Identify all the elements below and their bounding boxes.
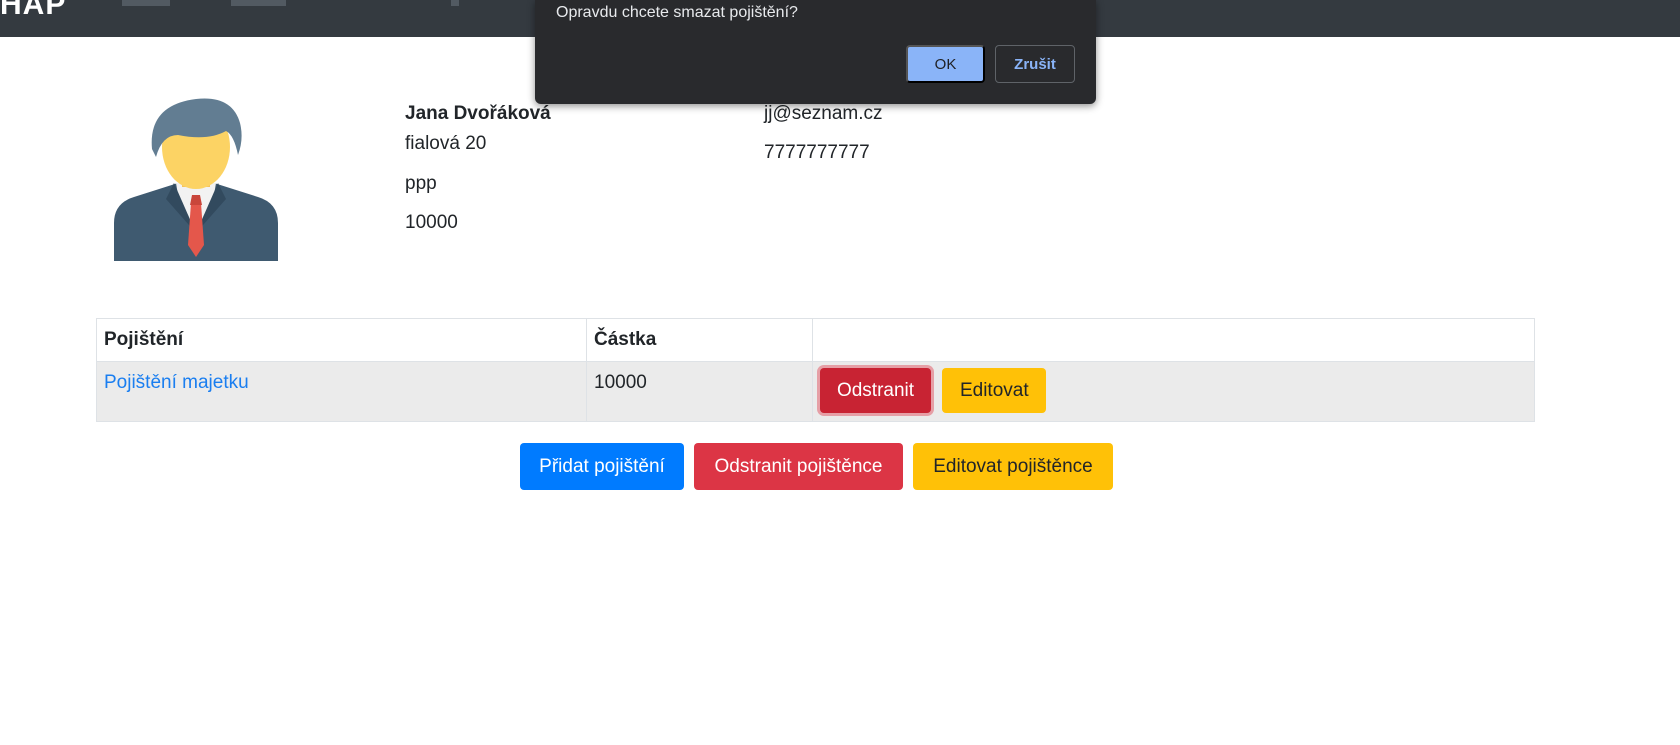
edit-insured-button[interactable]: Editovat pojištěnce (913, 443, 1113, 490)
nav-link[interactable] (451, 0, 459, 6)
insurance-link[interactable]: Pojištění majetku (104, 372, 249, 393)
person-zip: 10000 (405, 212, 458, 233)
person-street: fialová 20 (405, 133, 487, 154)
column-header-insurance: Pojištění (96, 318, 587, 362)
person-phone: 7777777777 (764, 142, 870, 163)
dialog-message: Opravdu chcete smazat pojištění? (556, 4, 798, 21)
person-name: Jana Dvořáková (405, 103, 551, 124)
add-insurance-button[interactable]: Přidat pojištění (520, 443, 684, 490)
insurance-table: Pojištění Částka Pojištění majetku 10000… (96, 318, 1535, 422)
insurance-actions-cell: Odstranit Editovat (812, 361, 1535, 422)
person-email: jj@seznam.cz (764, 103, 883, 124)
table-header-row: Pojištění Částka (96, 318, 1535, 362)
ok-button[interactable]: OK (906, 45, 985, 83)
cancel-button[interactable]: Zrušit (995, 45, 1075, 83)
avatar-icon (114, 98, 278, 261)
table-row: Pojištění majetku 10000 Odstranit Editov… (96, 361, 1535, 422)
column-header-amount: Částka (586, 318, 813, 362)
insurance-amount: 10000 (586, 361, 813, 422)
person-city: ppp (405, 173, 437, 194)
nav-link[interactable] (122, 0, 170, 6)
navbar-brand[interactable]: HAP (0, 0, 66, 22)
insurance-name-cell: Pojištění majetku (96, 361, 587, 422)
delete-insured-button[interactable]: Odstranit pojištěnce (694, 443, 903, 490)
delete-insurance-button[interactable]: Odstranit (820, 368, 931, 413)
nav-link[interactable] (231, 0, 286, 6)
column-header-actions (812, 318, 1535, 362)
confirm-dialog: Opravdu chcete smazat pojištění? OK Zruš… (535, 0, 1096, 104)
edit-insurance-button[interactable]: Editovat (942, 368, 1047, 413)
